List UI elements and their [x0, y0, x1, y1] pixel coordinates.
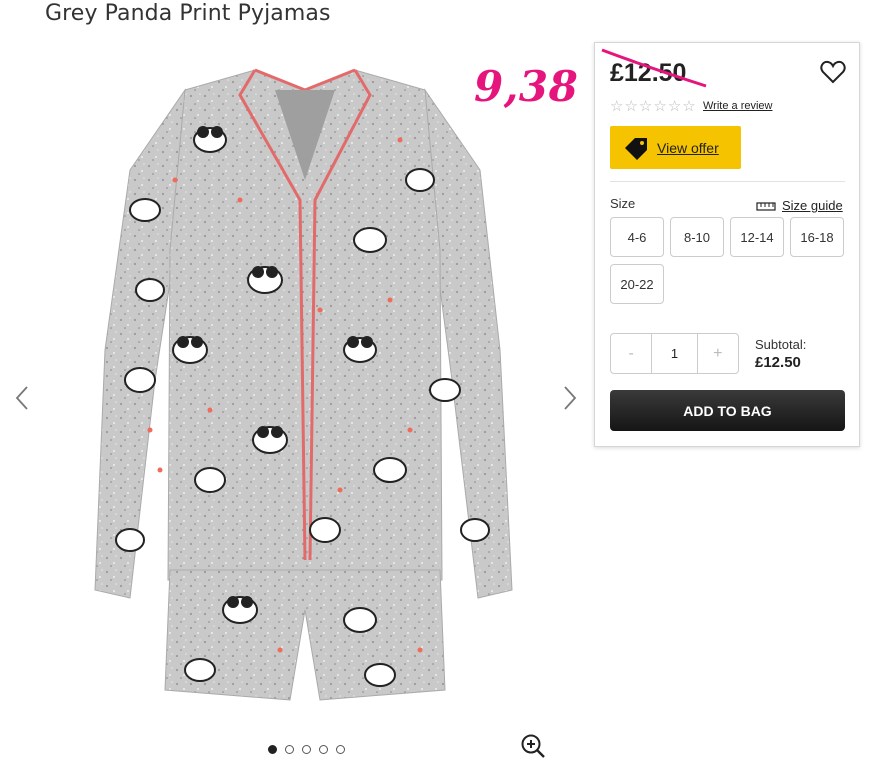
gallery-dot[interactable] — [319, 745, 328, 754]
view-offer-label: View offer — [657, 139, 719, 156]
annotated-price: 9,38 — [474, 62, 579, 111]
size-option[interactable]: 4-6 — [610, 217, 664, 257]
page-title: Grey Panda Print Pyjamas — [45, 1, 331, 26]
star-icon: ☆ — [624, 98, 638, 115]
price-tag-icon — [625, 137, 647, 160]
add-to-bag-button[interactable]: ADD TO BAG — [610, 390, 845, 431]
size-guide-link[interactable]: Size guide — [756, 198, 843, 213]
product-gallery — [0, 40, 590, 761]
zoom-button[interactable] — [520, 733, 546, 764]
subtotal-label: Subtotal: — [755, 337, 807, 352]
star-icon: ☆ — [667, 98, 682, 115]
gallery-pagination — [268, 745, 345, 754]
gallery-prev-button[interactable] — [15, 385, 29, 417]
star-icon: ☆ — [653, 98, 667, 115]
price-strikethrough — [601, 48, 707, 88]
gallery-dot[interactable] — [285, 745, 294, 754]
write-review-link[interactable]: Write a review — [703, 100, 772, 112]
heart-icon — [820, 60, 846, 84]
rating-stars: ☆ ☆ ☆ ☆ ☆ ☆ — [610, 99, 696, 114]
quantity-stepper: - 1 + — [610, 333, 739, 374]
gallery-dot[interactable] — [336, 745, 345, 754]
size-option[interactable]: 20-22 — [610, 264, 664, 304]
subtotal-value: £12.50 — [755, 354, 801, 371]
star-icon: ☆ — [610, 98, 624, 115]
size-option[interactable]: 12-14 — [730, 217, 784, 257]
view-offer-button[interactable]: View offer — [610, 126, 741, 169]
quantity-value[interactable]: 1 — [651, 334, 698, 373]
wishlist-button[interactable] — [820, 60, 846, 89]
size-guide-label: Size guide — [782, 198, 843, 213]
divider — [610, 181, 845, 182]
ruler-icon — [756, 201, 776, 211]
product-image — [94, 68, 513, 701]
star-icon: ☆ — [638, 98, 653, 115]
quantity-decrease-button[interactable]: - — [611, 334, 651, 373]
gallery-next-button[interactable] — [563, 385, 577, 417]
purchase-panel: £12.50 ☆ ☆ ☆ ☆ ☆ ☆ Write a review View o… — [594, 42, 860, 447]
chevron-left-icon — [15, 386, 28, 410]
zoom-in-icon — [521, 734, 545, 758]
size-label: Size — [610, 196, 636, 211]
gallery-dot[interactable] — [302, 745, 311, 754]
size-option[interactable]: 16-18 — [790, 217, 844, 257]
size-option[interactable]: 8-10 — [670, 217, 724, 257]
gallery-dot[interactable] — [268, 745, 277, 754]
chevron-right-icon — [564, 386, 577, 410]
quantity-increase-button[interactable]: + — [698, 334, 738, 373]
star-icon: ☆ — [682, 98, 696, 115]
